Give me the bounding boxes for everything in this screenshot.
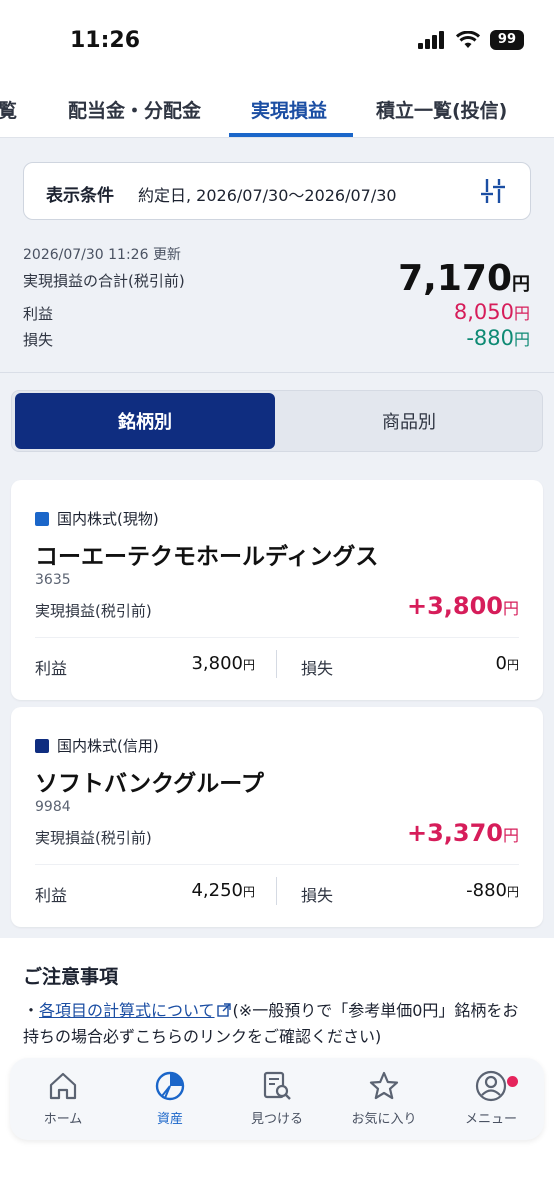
bottom-navigation: ホーム 資産 見つける お気に入り メニュー <box>10 1058 544 1140</box>
stock-name: コーエーテクモホールディングス <box>35 544 379 570</box>
stock-gain-amount: 4,250 <box>191 880 243 901</box>
user-icon <box>475 1070 507 1102</box>
view-toggle: 銘柄別 商品別 <box>11 390 543 452</box>
tab-realized-pl[interactable]: 実現損益 <box>251 96 327 123</box>
category-label: 国内株式(現物) <box>57 510 159 528</box>
tab-accumulation[interactable]: 積立一覧(投信) <box>376 96 507 123</box>
stock-pl-amount: +3,800 <box>406 592 503 620</box>
home-icon <box>49 1072 77 1100</box>
profit-amount: 8,050 <box>453 300 514 324</box>
wifi-icon <box>455 31 480 48</box>
loss-amount: -880 <box>466 326 514 350</box>
external-link-icon[interactable] <box>216 1003 231 1017</box>
nav-home[interactable]: ホーム <box>10 1070 116 1127</box>
stock-card[interactable]: 国内株式(信用) ソフトバンクグループ 9984 実現損益(税引前) +3,37… <box>11 707 543 927</box>
category: 国内株式(現物) <box>35 508 159 529</box>
category-color-square <box>35 738 49 753</box>
nav-discover-label: 見つける <box>250 1112 303 1127</box>
tab-dividends[interactable]: 配当金・分配金 <box>68 96 201 123</box>
vertical-divider <box>276 650 277 678</box>
loss-label: 損失 <box>23 331 54 349</box>
total-pl-label: 実現損益の合計(税引前) <box>23 272 185 290</box>
stock-pl-amount: +3,370 <box>406 819 503 847</box>
row-divider <box>35 864 519 865</box>
loss-value: -880円 <box>466 326 530 350</box>
yen-unit: 円 <box>506 885 519 899</box>
notification-dot <box>507 1076 518 1087</box>
stock-loss-value: -880円 <box>466 880 519 901</box>
stock-gain-label: 利益 <box>35 659 68 678</box>
toggle-by-stock[interactable]: 銘柄別 <box>15 393 275 449</box>
bullet: ・ <box>23 1001 40 1020</box>
nav-home-label: ホーム <box>43 1112 83 1127</box>
signal-icon <box>417 31 444 49</box>
stock-gain-value: 4,250円 <box>151 880 255 901</box>
vertical-divider <box>276 877 277 905</box>
nav-discover[interactable]: 見つける <box>224 1070 330 1127</box>
battery-indicator: 99 <box>489 30 524 50</box>
condition-value: 約定日, 2026/07/30〜2026/07/30 <box>138 186 397 205</box>
nav-assets[interactable]: 資産 <box>117 1070 223 1127</box>
nav-menu-label: メニュー <box>464 1112 517 1127</box>
nav-favorites-label: お気に入り <box>351 1112 417 1127</box>
stock-pl-label: 実現損益(税引前) <box>35 829 152 847</box>
section-divider <box>0 372 554 373</box>
updated-timestamp: 2026/07/30 11:26 更新 <box>23 247 181 263</box>
stock-loss-amount: 0 <box>495 653 507 674</box>
stock-gain-value: 3,800円 <box>151 653 255 674</box>
category: 国内株式(信用) <box>35 735 159 756</box>
yen-unit: 円 <box>506 658 519 672</box>
search-document-icon <box>263 1071 291 1100</box>
status-icons: 99 <box>417 30 524 50</box>
notes-title: ご注意事項 <box>23 966 119 988</box>
stock-gain-amount: 3,800 <box>191 653 243 674</box>
star-icon <box>369 1071 399 1100</box>
yen-unit: 円 <box>512 274 530 295</box>
stock-gain-label: 利益 <box>35 886 68 905</box>
category-color-square <box>35 511 49 526</box>
toggle-by-product[interactable]: 商品別 <box>278 393 540 449</box>
stock-card[interactable]: 国内株式(現物) コーエーテクモホールディングス 3635 実現損益(税引前) … <box>11 480 543 700</box>
category-label: 国内株式(信用) <box>57 737 159 755</box>
stock-name: ソフトバンクグループ <box>35 771 264 797</box>
stock-pl-label: 実現損益(税引前) <box>35 602 152 620</box>
display-condition-button[interactable]: 表示条件 約定日, 2026/07/30〜2026/07/30 <box>23 162 531 220</box>
row-divider <box>35 637 519 638</box>
stock-code: 9984 <box>35 799 71 815</box>
nav-assets-label: 資産 <box>156 1112 183 1127</box>
total-pl-value: 7,170円 <box>398 258 530 299</box>
stock-pl-value: +3,800円 <box>407 592 519 620</box>
stock-code: 3635 <box>35 572 71 588</box>
yen-unit: 円 <box>513 330 530 349</box>
status-time: 11:26 <box>70 28 141 53</box>
nav-menu[interactable]: メニュー <box>438 1070 544 1127</box>
yen-unit: 円 <box>513 304 530 323</box>
stock-loss-value: 0円 <box>496 653 519 674</box>
filter-settings-icon[interactable] <box>480 177 506 205</box>
stock-loss-label: 損失 <box>301 659 334 678</box>
tab-list[interactable]: 覧 <box>0 96 17 123</box>
total-pl-amount: 7,170 <box>398 258 512 299</box>
profit-value: 8,050円 <box>454 300 530 324</box>
pie-chart-icon <box>155 1071 185 1101</box>
stock-loss-amount: -880 <box>466 880 507 901</box>
profit-label: 利益 <box>23 305 54 323</box>
yen-unit: 円 <box>502 826 519 845</box>
yen-unit: 円 <box>242 658 255 672</box>
active-tab-indicator <box>229 133 353 137</box>
yen-unit: 円 <box>242 885 255 899</box>
condition-label: 表示条件 <box>46 186 114 206</box>
stock-pl-value: +3,370円 <box>407 819 519 847</box>
tab-bar: 覧 配当金・分配金 実現損益 積立一覧(投信) <box>0 80 554 138</box>
notes-text: ・各項目の計算式について (※一般預りで「参考単価0円」銘柄をお持ちの場合必ずこち… <box>23 998 533 1050</box>
formula-link[interactable]: 各項目の計算式について <box>39 1001 215 1020</box>
status-bar: 11:26 99 <box>0 0 554 80</box>
nav-favorites[interactable]: お気に入り <box>331 1070 437 1127</box>
stock-loss-label: 損失 <box>301 886 334 905</box>
yen-unit: 円 <box>502 599 519 618</box>
